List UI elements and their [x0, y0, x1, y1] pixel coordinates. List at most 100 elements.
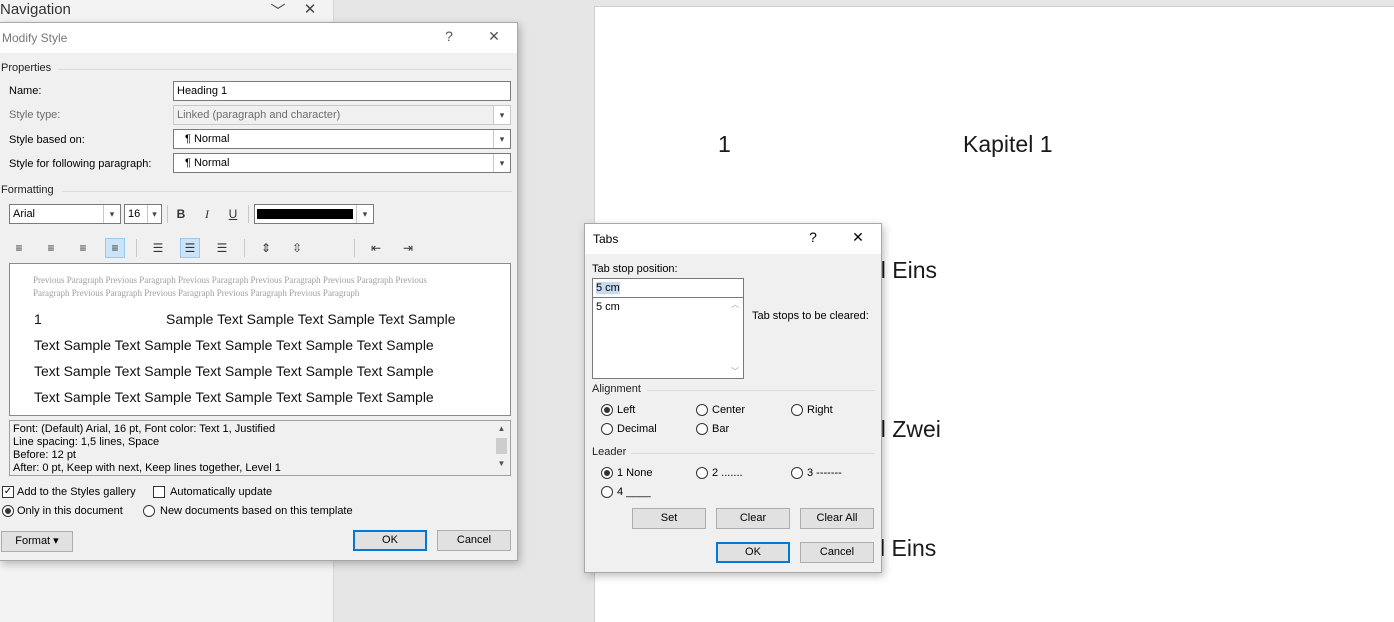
- tab-stops-to-be-cleared-label: Tab stops to be cleared:: [752, 310, 869, 322]
- cancel-button[interactable]: Cancel: [800, 542, 874, 563]
- font-color-select[interactable]: ▾: [254, 204, 374, 224]
- ok-button[interactable]: OK: [716, 542, 790, 563]
- align-right-button[interactable]: ≡: [73, 238, 93, 258]
- leader-none-radio[interactable]: [601, 467, 613, 479]
- name-input[interactable]: Heading 1: [173, 81, 511, 101]
- align-left-button[interactable]: ≡: [9, 238, 29, 258]
- clear-all-button[interactable]: Clear All: [800, 508, 874, 529]
- formatting-heading: Formatting: [1, 184, 54, 196]
- only-this-document-radio[interactable]: [2, 505, 14, 517]
- preview-previous-line: Previous Paragraph Previous Paragraph Pr…: [33, 275, 427, 285]
- align-decimal-radio[interactable]: [601, 423, 613, 435]
- divider: [58, 69, 512, 70]
- set-button[interactable]: Set: [632, 508, 706, 529]
- doc-line: l Eins: [880, 535, 937, 561]
- divider: [167, 205, 168, 223]
- align-left-radio[interactable]: [601, 404, 613, 416]
- chevron-down-icon[interactable]: ▾: [493, 154, 510, 172]
- scrollbar-thumb[interactable]: [496, 438, 507, 454]
- help-icon[interactable]: ?: [438, 28, 460, 44]
- chevron-down-icon[interactable]: ▾: [147, 205, 161, 223]
- align-right-radio[interactable]: [791, 404, 803, 416]
- chevron-down-icon[interactable]: ▾: [493, 130, 510, 148]
- chevron-up-icon[interactable]: ︿: [728, 299, 742, 310]
- new-documents-label: New documents based on this template: [160, 505, 353, 517]
- decrease-spacing-button[interactable]: ⇳: [287, 238, 307, 258]
- ok-button[interactable]: OK: [353, 530, 427, 551]
- align-center-radio[interactable]: [696, 404, 708, 416]
- leader-dashes-label: 3 -------: [807, 467, 842, 479]
- clear-button[interactable]: Clear: [716, 508, 790, 529]
- auto-update-checkbox[interactable]: [153, 486, 165, 498]
- align-left-label: Left: [617, 404, 636, 416]
- chevron-down-icon[interactable]: ﹀: [728, 366, 742, 377]
- auto-update-label: Automatically update: [170, 486, 273, 498]
- chevron-down-icon[interactable]: ▾: [103, 205, 120, 223]
- leader-dots-radio[interactable]: [696, 467, 708, 479]
- tab-stop-value: 5 cm: [596, 282, 620, 294]
- list-item[interactable]: 5 cm: [596, 301, 620, 313]
- style-type-label: Style type:: [9, 109, 61, 121]
- chevron-down-icon[interactable]: ﹀: [268, 0, 288, 21]
- double-spacing-button[interactable]: ☰: [212, 238, 232, 258]
- single-spacing-button[interactable]: ☰: [148, 238, 168, 258]
- based-on-select[interactable]: ¶ Normal ▾: [173, 129, 511, 149]
- format-button[interactable]: Format ▾: [1, 531, 73, 552]
- dialog-title: Modify Style: [2, 31, 68, 45]
- font-select[interactable]: Arial ▾: [9, 204, 121, 224]
- style-type-select: Linked (paragraph and character) ▾: [173, 105, 511, 125]
- divider: [354, 239, 355, 257]
- leader-none-label: 1 None: [617, 467, 653, 479]
- align-bar-label: Bar: [712, 423, 730, 435]
- align-right-label: Right: [807, 404, 833, 416]
- description-line: Before: 12 pt: [13, 449, 76, 461]
- description-line: Line spacing: 1,5 lines, Space: [13, 436, 160, 448]
- increase-indent-button[interactable]: ⇥: [398, 238, 418, 258]
- scrollbar[interactable]: ▲ ▼: [494, 422, 509, 474]
- add-to-gallery-checkbox[interactable]: ✓: [2, 486, 14, 498]
- divider: [647, 390, 875, 391]
- navigation-title: Navigation: [0, 1, 71, 18]
- one-half-spacing-button[interactable]: ☰: [180, 238, 200, 258]
- leader-dashes-radio[interactable]: [791, 467, 803, 479]
- align-bar-radio[interactable]: [696, 423, 708, 435]
- align-center-button[interactable]: ≡: [41, 238, 61, 258]
- chevron-up-icon[interactable]: ▲: [494, 422, 509, 435]
- italic-button[interactable]: I: [197, 204, 217, 224]
- leader-dots-label: 2 .......: [712, 467, 743, 479]
- chevron-down-icon[interactable]: ▾: [356, 205, 373, 223]
- dialog-titlebar: Modify Style ? ✕: [0, 23, 517, 53]
- decrease-indent-button[interactable]: ⇤: [366, 238, 386, 258]
- align-center-label: Center: [712, 404, 746, 416]
- close-icon[interactable]: ✕: [300, 0, 320, 18]
- bold-button[interactable]: B: [171, 204, 191, 224]
- alignment-heading: Alignment: [592, 383, 641, 395]
- increase-spacing-button[interactable]: ⇕: [256, 238, 276, 258]
- heading-number: 1: [718, 131, 731, 157]
- tab-stop-position-input[interactable]: 5 cm: [592, 278, 744, 298]
- size-select[interactable]: 16 ▾: [124, 204, 162, 224]
- underline-button[interactable]: U: [223, 204, 243, 224]
- dialog-title: Tabs: [593, 232, 619, 246]
- close-icon[interactable]: ✕: [847, 229, 869, 246]
- close-icon[interactable]: ✕: [483, 28, 505, 45]
- scrollbar[interactable]: ︿ ﹀: [728, 299, 742, 377]
- preview-line: Text Sample Text Sample Text Sample Text…: [34, 337, 434, 353]
- style-type-value: Linked (paragraph and character): [177, 109, 341, 121]
- cancel-button[interactable]: Cancel: [437, 530, 511, 551]
- tab-stop-list[interactable]: 5 cm ︿ ﹀: [592, 297, 744, 379]
- heading-text: Kapitel 1: [963, 131, 1053, 157]
- only-this-document-label: Only in this document: [17, 505, 123, 517]
- help-icon[interactable]: ?: [802, 229, 824, 245]
- font-color-swatch: [257, 209, 353, 219]
- chevron-down-icon: ▾: [493, 106, 510, 124]
- leader-underline-radio[interactable]: [601, 486, 613, 498]
- description-line: After: 0 pt, Keep with next, Keep lines …: [13, 462, 281, 474]
- divider: [62, 191, 512, 192]
- following-value: ¶ Normal: [185, 157, 230, 169]
- following-select[interactable]: ¶ Normal ▾: [173, 153, 511, 173]
- new-documents-radio[interactable]: [143, 505, 155, 517]
- justify-button[interactable]: ≡: [105, 238, 125, 258]
- description-line: Font: (Default) Arial, 16 pt, Font color…: [13, 423, 276, 435]
- chevron-down-icon[interactable]: ▼: [494, 457, 509, 470]
